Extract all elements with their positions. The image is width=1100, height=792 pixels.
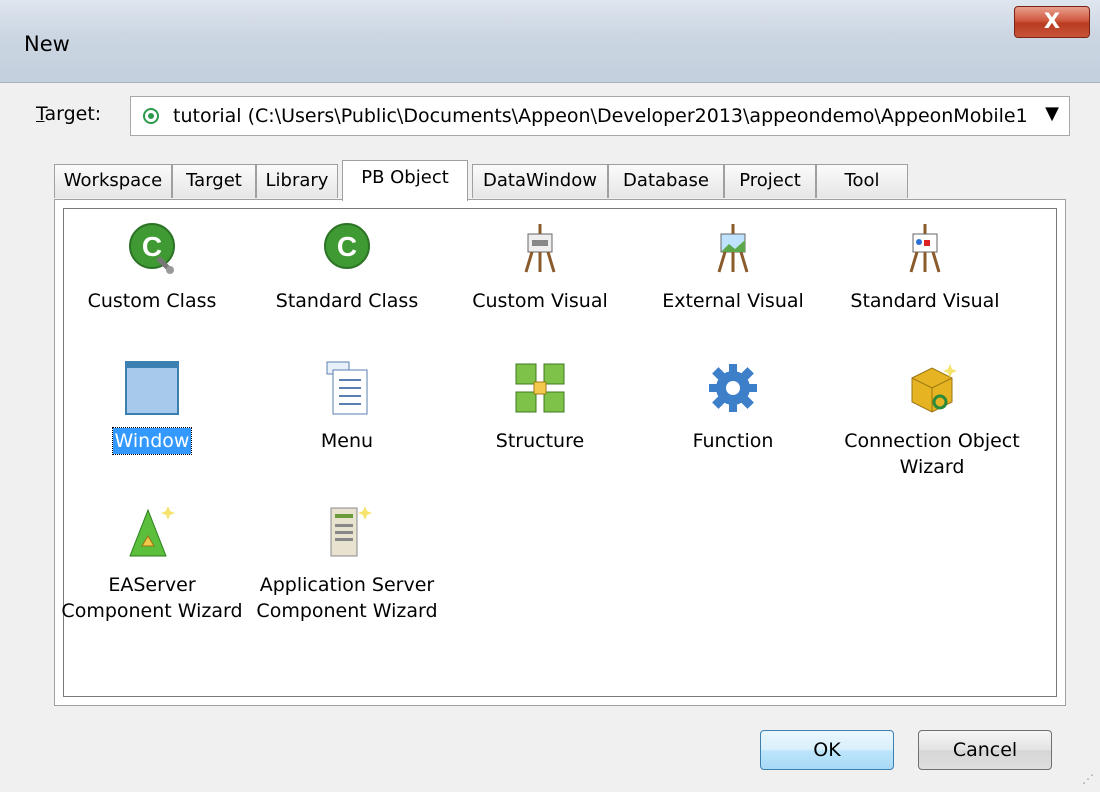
tab-datawindow[interactable]: DataWindow [472,164,608,198]
item-label-line2: Wizard [899,456,965,478]
window-icon [124,360,180,416]
appserver-wizard-icon [319,504,375,560]
item-external-visual[interactable]: External Visual [638,220,828,314]
item-label: Custom Visual [472,290,608,312]
item-custom-visual[interactable]: Custom Visual [445,220,635,314]
item-menu[interactable]: Menu [252,360,442,454]
tab-pb-object[interactable]: PB Object [342,160,468,201]
cancel-button[interactable]: Cancel [918,730,1052,770]
item-connection-object-wizard[interactable]: Connection Object Wizard [830,360,1034,480]
item-application-server-component-wizard[interactable]: Application Server Component Wizard [252,504,442,624]
external-visual-icon [705,220,761,276]
tab-tool[interactable]: Tool [816,164,908,198]
item-window[interactable]: Window [57,360,247,455]
tab-project[interactable]: Project [724,164,816,198]
close-icon: X [1043,9,1061,33]
connection-wizard-icon [904,360,960,416]
function-icon [705,360,761,416]
svg-text:C: C [337,231,357,262]
target-status-icon [143,108,159,124]
tab-workspace[interactable]: Workspace [54,164,172,198]
item-label-line1: Connection Object [844,430,1020,452]
item-label: Standard Visual [850,290,1000,312]
item-function[interactable]: Function [638,360,828,454]
resize-grip-icon[interactable]: ⋰ [1082,772,1094,786]
title-bar: New X [0,0,1100,83]
item-standard-class[interactable]: C Standard Class [252,220,442,314]
item-easerver-component-wizard[interactable]: EAServer Component Wizard [57,504,247,624]
chevron-down-icon[interactable]: ▼ [1045,103,1059,124]
item-label-selected: Window [111,427,193,455]
item-structure[interactable]: Structure [445,360,635,454]
structure-icon [512,360,568,416]
tab-database[interactable]: Database [608,164,724,198]
item-standard-visual[interactable]: Standard Visual [830,220,1020,314]
item-custom-class[interactable]: C Custom Class [57,220,247,314]
tab-library[interactable]: Library [256,164,338,198]
custom-class-icon: C [124,220,180,276]
target-value: tutorial (C:\Users\Public\Documents\Appe… [173,105,1028,127]
tab-target[interactable]: Target [172,164,256,198]
item-label: Standard Class [275,290,419,312]
target-label: Target: [36,103,102,125]
standard-visual-icon [897,220,953,276]
custom-visual-icon [512,220,568,276]
item-label: External Visual [662,290,804,312]
close-button[interactable]: X [1014,6,1090,38]
item-label: Custom Class [87,290,217,312]
item-label-line2: Component Wizard [256,600,438,622]
target-dropdown[interactable]: tutorial (C:\Users\Public\Documents\Appe… [130,96,1070,136]
standard-class-icon: C [319,220,375,276]
item-label-line1: EAServer [108,574,196,596]
easerver-wizard-icon [124,504,180,560]
item-label: Structure [495,430,585,452]
window-title: New [24,32,70,56]
ok-button[interactable]: OK [760,730,894,770]
item-label-line2: Component Wizard [61,600,243,622]
item-label: Menu [320,430,374,452]
item-label-line1: Application Server [259,574,435,596]
item-label: Function [692,430,774,452]
menu-icon [319,360,375,416]
